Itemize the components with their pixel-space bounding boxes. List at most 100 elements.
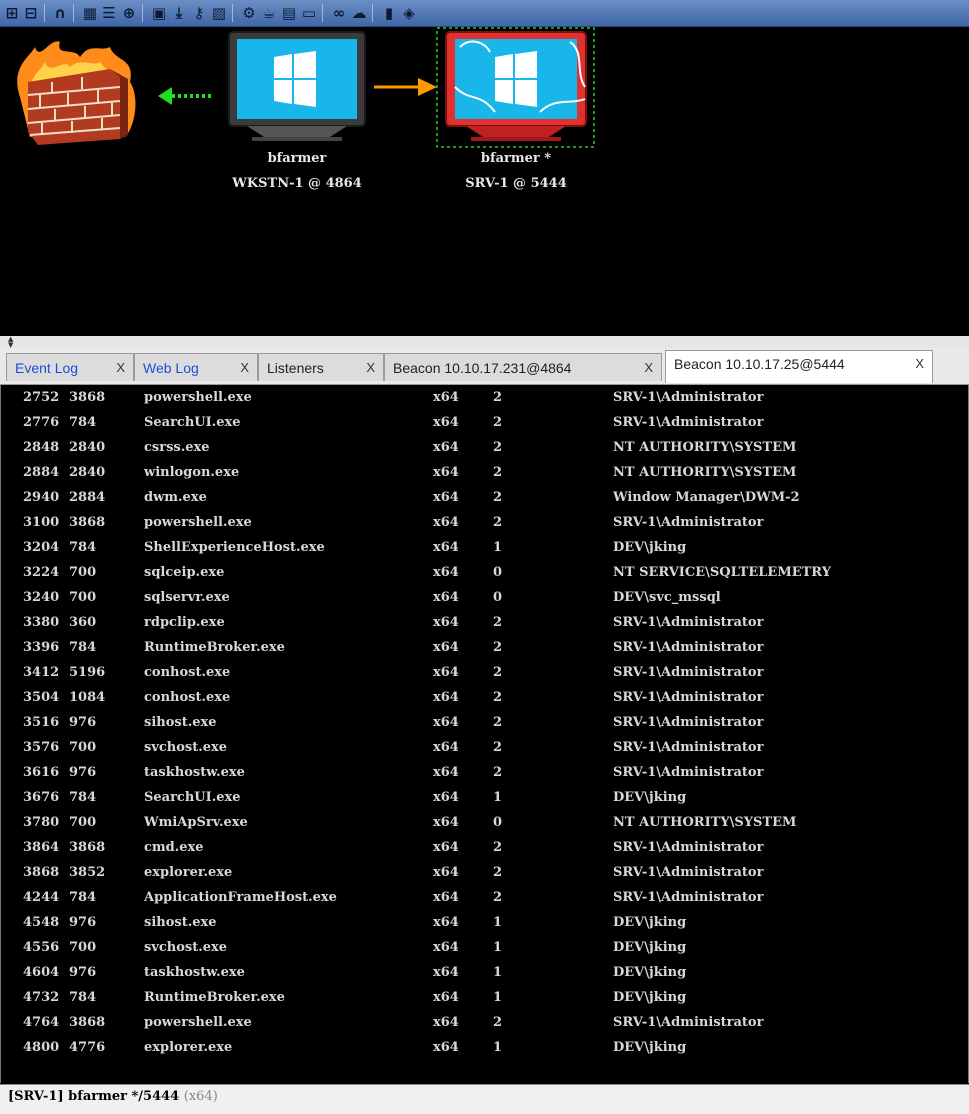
process-arch: x64	[433, 740, 459, 755]
process-arch: x64	[433, 865, 459, 880]
process-arch: x64	[433, 890, 459, 905]
beacon-console[interactable]: 2752 3868 powershell.exe x64 2 SRV-1\Administ…	[0, 385, 969, 1083]
process-name: conhost.exe	[144, 690, 231, 705]
process-pid: 4556	[23, 940, 60, 955]
process-arch: x64	[433, 465, 459, 480]
beacon-node-srv-1[interactable]	[445, 31, 587, 141]
document-icon[interactable]: ▤	[280, 4, 298, 22]
credentials-icon[interactable]: ▣	[150, 4, 168, 22]
process-pid: 3504	[23, 690, 60, 705]
process-user: SRV-1\Administrator	[613, 415, 764, 430]
process-row: 3576 700 svchost.exe x64 2 SRV-1\Administrato…	[1, 735, 968, 760]
collapse-arrows-icon[interactable]: ▲ ▼	[8, 336, 13, 349]
close-icon[interactable]: X	[644, 354, 653, 382]
process-ppid: 3868	[69, 840, 106, 855]
process-arch: x64	[433, 840, 459, 855]
coffee-icon[interactable]: ☕	[260, 4, 278, 22]
process-name: sqlservr.exe	[144, 590, 230, 605]
tab-event-log[interactable]: Event Log X	[6, 353, 134, 381]
screenshot-icon[interactable]: ▨	[210, 4, 228, 22]
process-arch: x64	[433, 965, 459, 980]
process-arch: x64	[433, 1015, 459, 1030]
process-pid: 4800	[23, 1040, 60, 1055]
process-ppid: 2840	[69, 465, 106, 480]
connect-icon[interactable]: ⊞	[3, 4, 21, 22]
terminal-icon[interactable]: ▭	[300, 4, 318, 22]
process-name: taskhostw.exe	[144, 965, 245, 980]
process-name: SearchUI.exe	[144, 415, 241, 430]
process-pid: 2848	[23, 440, 60, 455]
tab-label: Web Log	[143, 360, 199, 376]
close-icon[interactable]: X	[240, 354, 249, 382]
process-user: DEV\jking	[613, 540, 687, 555]
process-arch: x64	[433, 565, 459, 580]
process-pid: 4604	[23, 965, 60, 980]
process-ppid: 3852	[69, 865, 106, 880]
process-ppid: 4776	[69, 1040, 106, 1055]
process-name: sihost.exe	[144, 715, 217, 730]
process-pid: 3396	[23, 640, 60, 655]
process-arch: x64	[433, 390, 459, 405]
process-session: 1	[493, 915, 503, 930]
process-ppid: 700	[69, 565, 97, 580]
tab-beacon-srv-1[interactable]: Beacon 10.10.17.25@5444 X	[665, 350, 933, 383]
process-pid: 4548	[23, 915, 60, 930]
download-icon[interactable]: ⤓	[170, 4, 188, 22]
process-pid: 3868	[23, 865, 60, 880]
process-name: explorer.exe	[144, 1040, 233, 1055]
process-session: 2	[493, 390, 503, 405]
tab-bar: Event Log X Web Log X Listeners X Beacon…	[0, 348, 969, 385]
process-name: rdpclip.exe	[144, 615, 225, 630]
disconnect-icon[interactable]: ⊟	[22, 4, 40, 22]
process-session: 2	[493, 515, 503, 530]
beacon-node-wkstn-1[interactable]	[228, 31, 366, 141]
firewall-icon	[17, 41, 136, 145]
process-user: SRV-1\Administrator	[613, 665, 764, 680]
process-pid: 3576	[23, 740, 60, 755]
settings-icon[interactable]: ⚙	[240, 4, 258, 22]
process-name: conhost.exe	[144, 665, 231, 680]
process-name: RuntimeBroker.exe	[144, 640, 285, 655]
close-icon[interactable]: X	[915, 351, 924, 377]
process-arch: x64	[433, 515, 459, 530]
tab-listeners[interactable]: Listeners X	[258, 353, 384, 381]
process-arch: x64	[433, 990, 459, 1005]
process-session: 1	[493, 965, 503, 980]
cloud-icon[interactable]: ☁	[350, 4, 368, 22]
link-icon[interactable]: ∞	[330, 4, 348, 22]
process-session: 1	[493, 790, 503, 805]
process-row: 3504 1084 conhost.exe x64 2 SRV-1\Administrat…	[1, 685, 968, 710]
process-ppid: 1084	[69, 690, 106, 705]
process-pid: 2940	[23, 490, 60, 505]
book-icon[interactable]: ▮	[380, 4, 398, 22]
process-session: 2	[493, 615, 503, 630]
close-icon[interactable]: X	[116, 354, 125, 382]
process-session: 0	[493, 565, 503, 580]
process-session: 2	[493, 1015, 503, 1030]
process-row: 3864 3868 cmd.exe x64 2 SRV-1\Administrator	[1, 835, 968, 860]
target-icon[interactable]: ⊕	[120, 4, 138, 22]
process-user: SRV-1\Administrator	[613, 865, 764, 880]
tab-label: Beacon 10.10.17.231@4864	[393, 360, 572, 376]
process-ppid: 700	[69, 740, 97, 755]
list-view-icon[interactable]: ☰	[100, 4, 118, 22]
tab-web-log[interactable]: Web Log X	[134, 353, 258, 381]
cube-icon[interactable]: ◈	[400, 4, 418, 22]
node-user-label: bfarmer *	[480, 151, 552, 166]
process-name: ApplicationFrameHost.exe	[144, 890, 337, 905]
process-user: SRV-1\Administrator	[613, 1015, 764, 1030]
close-icon[interactable]: X	[366, 354, 375, 382]
process-name: cmd.exe	[144, 840, 204, 855]
process-row: 4556 700 svchost.exe x64 1 DEV\jking	[1, 935, 968, 960]
headset-icon[interactable]: ∩	[51, 4, 69, 22]
pivot-link-arrow	[374, 78, 437, 96]
process-user: DEV\jking	[613, 1040, 687, 1055]
key-icon[interactable]: ⚷	[190, 4, 208, 22]
process-ppid: 2884	[69, 490, 106, 505]
tab-beacon-wkstn-1[interactable]: Beacon 10.10.17.231@4864 X	[384, 353, 662, 381]
process-user: NT AUTHORITY\SYSTEM	[613, 465, 797, 480]
process-session: 2	[493, 440, 503, 455]
graph-view-icon[interactable]: ▦	[81, 4, 99, 22]
pivot-link-arrow	[158, 87, 214, 105]
pane-splitter[interactable]: ▲ ▼	[0, 336, 969, 349]
